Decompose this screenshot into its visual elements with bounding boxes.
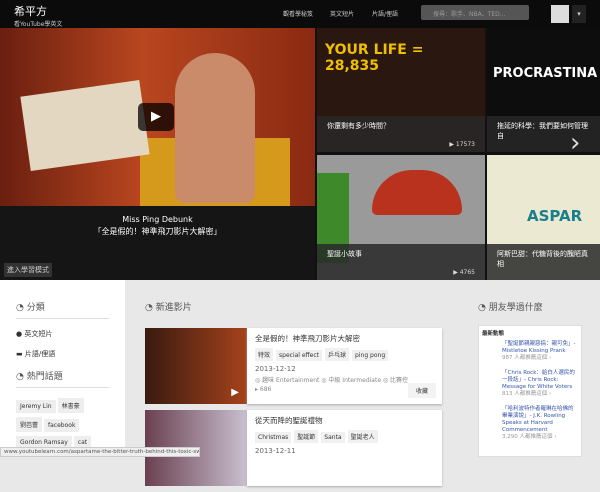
tile-views: ▶ 4765 — [453, 269, 475, 276]
play-circle-icon: ● — [16, 330, 23, 338]
sidebar: ◔ 分類 ● 英文短片 ▬ 片語/俚語 ◔ 熱門話題 Jeremy Lin 林書豪… — [0, 280, 125, 457]
hot-tags: Jeremy Lin 林書豪劉芭蕾 facebookGordon Ramsay cat — [16, 398, 109, 453]
video-thumbnail[interactable]: ▶ — [145, 328, 247, 404]
activity-count: 987 人都推薦這個 › — [502, 355, 552, 361]
video-date: 2013-12-11 — [255, 447, 296, 455]
video-card[interactable]: ▶ 全是假的！神準飛刀影片大解密 特效 special effect 乒乓球 ping… — [145, 328, 445, 404]
view-count: 686 — [259, 386, 272, 393]
tag[interactable]: 特效 — [255, 348, 274, 361]
favorite-button[interactable]: 收藏 — [407, 383, 436, 398]
featured-title: Miss Ping Debunk — [122, 215, 193, 224]
nav-videos[interactable]: 英文短片 — [330, 9, 354, 18]
tag[interactable]: 乒乓球 — [325, 348, 350, 361]
tile-title: 聖誕小故事 — [327, 250, 362, 258]
tag[interactable]: 林書豪 — [57, 398, 84, 413]
play-icon[interactable]: ▶ — [138, 103, 174, 131]
new-videos-section: ◔ 新進影片 ▶ 全是假的！神準飛刀影片大解密 特效 special effect… — [145, 300, 445, 492]
tile-video[interactable]: YOUR LIFE = 28,835 你還剩有多少時間？ ▶ 17573 — [317, 28, 485, 152]
activity-item[interactable]: 「聖誕節親親惡搞：親可免」- Mistletoe Kissing Prank 98… — [502, 341, 578, 362]
tag[interactable]: special effect — [276, 350, 323, 361]
hot-topics-title: 熱門話題 — [26, 372, 63, 382]
tag[interactable]: Jeremy Lin — [16, 400, 56, 413]
featured-subtitle: 「全是假的！神準飛刀影片大解密」 — [93, 227, 222, 236]
friends-activity: 最新動態 「聖誕節親親惡搞：親可免」- Mistletoe Kissing Pr… — [478, 325, 582, 457]
nav-tips[interactable]: 觀看學秘笈 — [283, 9, 313, 18]
tag[interactable]: ping pong — [352, 350, 389, 361]
featured-video[interactable]: ▶ Miss Ping Debunk 「全是假的！神準飛刀影片大解密」 進入學習模… — [0, 28, 315, 280]
activity-count: 813 人都推薦這個 › — [502, 391, 552, 397]
activity-title[interactable]: 「聖誕節親親惡搞：親可免」- Mistletoe Kissing Prank — [502, 341, 578, 355]
sidebar-item-label: 片語/俚語 — [24, 350, 56, 358]
activity-item[interactable]: 「Chris Rock：給白人選民的一段話」- Chris Rock: Mess… — [502, 370, 578, 398]
tile-caption: 阿斯巴甜：代糖背後的醜陋真相 — [487, 244, 600, 280]
avatar[interactable] — [551, 5, 569, 23]
tag[interactable]: 聖誕節 — [294, 430, 319, 443]
sidebar-item-phrases[interactable]: ▬ 片語/俚語 — [16, 349, 109, 359]
tag[interactable]: Christmas — [255, 432, 292, 443]
video-still — [372, 170, 462, 215]
activity-item[interactable]: 「哈利波特作者羅琳在哈佛的畢業演說」- J.K. Rowling Speaks … — [502, 406, 578, 441]
tile-title: 你還剩有多少時間？ — [327, 122, 390, 130]
hot-topics-heading: ◔ 熱門話題 — [16, 369, 109, 388]
tag[interactable]: facebook — [44, 419, 80, 432]
status-bar-url: www.youtubelearn.com/aspartame-the-bitte… — [0, 447, 200, 457]
logo-subtitle: 看YouTube學英文 — [14, 21, 63, 28]
chevron-right-icon[interactable]: › — [570, 128, 580, 158]
nav-phrases[interactable]: 片語/俚語 — [372, 9, 398, 18]
play-icon[interactable]: ▶ — [231, 387, 239, 398]
video-still-photo — [20, 80, 150, 171]
search-input[interactable]: 搜尋：歌手、NBA、TED... — [421, 5, 529, 20]
tile-video[interactable]: 聖誕小故事 ▶ 4765 — [317, 155, 485, 280]
tile-video[interactable]: ASPAR 阿斯巴甜：代糖背後的醜陋真相 — [487, 155, 600, 280]
hero-carousel: ▶ Miss Ping Debunk 「全是假的！神準飛刀影片大解密」 進入學習模… — [0, 28, 600, 280]
activity-title[interactable]: 「哈利波特作者羅琳在哈佛的畢業演說」- J.K. Rowling Speaks … — [502, 406, 578, 434]
sidebar-item-label: 英文短片 — [24, 330, 53, 338]
tag[interactable]: Santa — [321, 432, 345, 443]
learning-mode-button[interactable]: 進入學習模式 — [4, 263, 52, 277]
sidebar-item-videos[interactable]: ● 英文短片 — [16, 329, 109, 339]
video-info: 全是假的！神準飛刀影片大解密 特效 special effect 乒乓球 ping p… — [247, 328, 442, 404]
categories-heading: ◔ 分類 — [16, 300, 109, 319]
tile-view-count: 4765 — [459, 269, 475, 276]
favorite-label: 收藏 — [415, 388, 428, 395]
tag[interactable]: 聖誕老人 — [347, 430, 378, 443]
video-date: 2013-12-12 — [255, 365, 296, 373]
video-tags: 特效 special effect 乒乓球 ping pong — [255, 348, 434, 361]
video-title[interactable]: 從天而降的聖誕禮物 — [255, 415, 434, 426]
tile-art-text: YOUR LIFE = 28,835 — [325, 42, 424, 74]
video-tags: Christmas 聖誕節 Santa 聖誕老人 — [255, 430, 434, 443]
tile-views: ▶ 17573 — [449, 141, 475, 148]
tile-video[interactable]: PROCRASTINA 拖延的科學：我們要如何管理自 — [487, 28, 600, 152]
top-header: 希平方看YouTube學英文 觀看學秘笈 英文短片 片語/俚語 搜尋：歌手、NB… — [0, 0, 600, 28]
tag[interactable]: 劉芭蕾 — [16, 417, 43, 432]
friends-heading: ◔ 朋友學過什麼 — [478, 303, 543, 313]
activity-count: 3,290 人都推薦這個 › — [502, 434, 557, 440]
video-still-face — [175, 53, 255, 203]
tile-view-count: 17573 — [455, 141, 475, 148]
video-title[interactable]: 全是假的！神準飛刀影片大解密 — [255, 333, 434, 344]
new-videos-heading: ◔ 新進影片 — [145, 303, 192, 313]
new-videos-title: 新進影片 — [155, 303, 192, 313]
speech-bubble-icon: ▬ — [16, 350, 23, 358]
tile-title: 阿斯巴甜：代糖背後的醜陋真相 — [497, 250, 588, 268]
friends-title: 朋友學過什麼 — [488, 303, 543, 313]
logo[interactable]: 希平方看YouTube學英文 — [14, 3, 62, 28]
latest-activity-title: 最新動態 — [482, 331, 505, 337]
video-info: 從天而降的聖誕禮物 Christmas 聖誕節 Santa 聖誕老人 2013-12-… — [247, 410, 442, 486]
logo-text: 希平方 — [14, 5, 47, 18]
tile-art-text: PROCRASTINA — [493, 66, 598, 81]
tile-caption: 拖延的科學：我們要如何管理自 — [487, 116, 600, 152]
activity-title[interactable]: 「Chris Rock：給白人選民的一段話」- Chris Rock: Mess… — [502, 370, 578, 391]
categories-title: 分類 — [26, 303, 45, 313]
chevron-down-icon[interactable]: ▾ — [572, 5, 586, 23]
